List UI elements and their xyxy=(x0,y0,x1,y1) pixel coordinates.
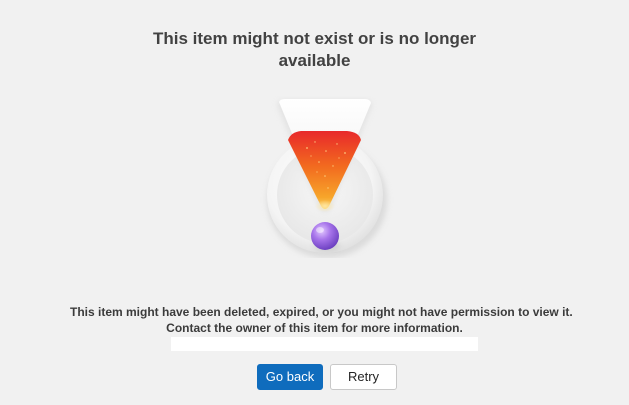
go-back-button[interactable]: Go back xyxy=(257,364,323,390)
error-title: This item might not exist or is no longe… xyxy=(152,29,477,70)
retry-button[interactable]: Retry xyxy=(330,364,397,390)
error-message-line-2: Contact the owner of this item for more … xyxy=(166,321,463,335)
warning-exclamation-icon xyxy=(255,96,395,258)
error-message: This item might have been deleted, expir… xyxy=(70,304,573,336)
blank-placeholder-bar xyxy=(171,337,478,351)
error-message-line-1: This item might have been deleted, expir… xyxy=(70,305,573,319)
error-page: This item might not exist or is no longe… xyxy=(0,0,629,405)
